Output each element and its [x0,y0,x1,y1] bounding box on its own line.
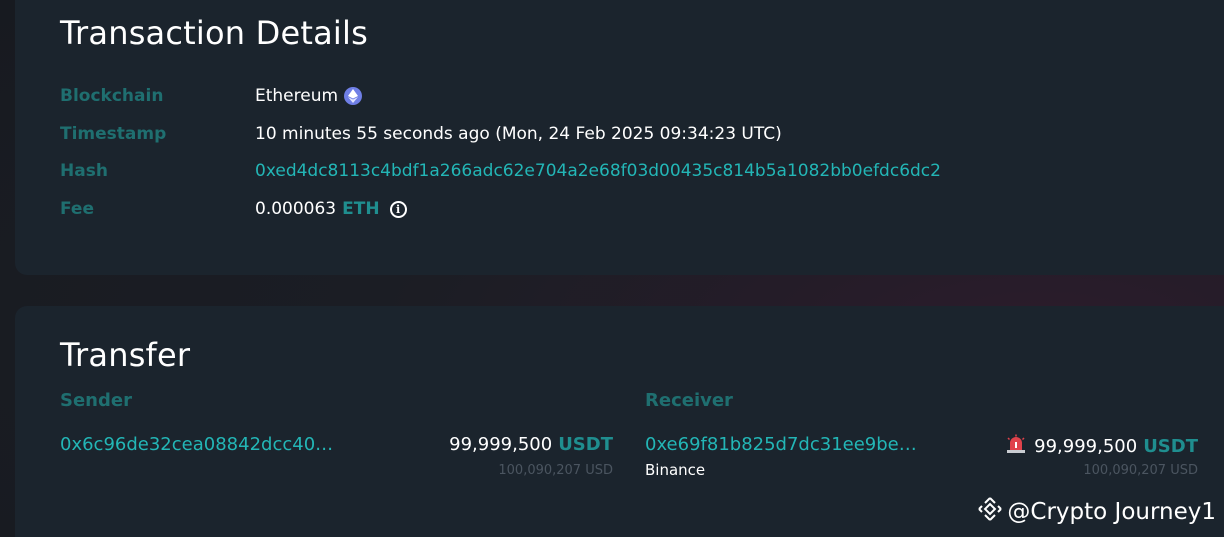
receiver-heading: Receiver [645,390,733,411]
receiver-amount: 99,999,500 USDT [1006,434,1198,459]
fee-label: Fee [60,199,94,219]
hash-link[interactable]: 0xed4dc8113c4bdf1a266adc62e704a2e68f03d0… [255,161,941,181]
hash-label: Hash [60,161,108,181]
timestamp-value: 10 minutes 55 seconds ago (Mon, 24 Feb 2… [255,124,782,144]
timestamp-label: Timestamp [60,124,167,144]
info-icon[interactable]: i [389,200,407,218]
sender-amount-value: 99,999,500 [449,434,553,455]
sender-usd-value: 100,090,207 USD [498,463,613,478]
receiver-entity-name: Binance [645,461,706,479]
watermark-text: @Crypto Journey1 [1007,499,1216,525]
receiver-amount-value: 99,999,500 [1034,436,1138,457]
sender-amount: 99,999,500 USDT [449,434,613,455]
receiver-usd-value: 100,090,207 USD [1083,463,1198,478]
fee-amount: 0.000063 [255,199,337,219]
sender-amount-currency: USDT [558,434,613,455]
watermark: @Crypto Journey1 [977,496,1216,528]
receiver-address-link[interactable]: 0xe69f81b825d7dc31ee9be… [645,434,917,455]
receiver-amount-currency: USDT [1143,436,1198,457]
binance-logo-icon [977,496,1003,528]
hash-row: Hash 0xed4dc8113c4bdf1a266adc62e704a2e68… [60,159,941,183]
fee-currency: ETH [342,199,380,219]
blockchain-value-wrap: Ethereum [255,86,363,106]
fee-value-wrap: 0.000063 ETH i [255,199,407,219]
sender-heading: Sender [60,390,132,411]
fee-row: Fee 0.000063 ETH i [60,197,407,221]
details-title: Transaction Details [60,14,368,52]
blockchain-value: Ethereum [255,86,339,106]
transaction-details-card: Transaction Details Blockchain Ethereum … [15,0,1224,275]
blockchain-label: Blockchain [60,86,164,106]
ethereum-icon [344,87,363,105]
alert-siren-icon [1006,434,1026,459]
blockchain-row: Blockchain Ethereum [60,84,363,108]
sender-address-link[interactable]: 0x6c96de32cea08842dcc40… [60,434,333,455]
transfer-title: Transfer [60,336,191,374]
timestamp-row: Timestamp 10 minutes 55 seconds ago (Mon… [60,122,782,146]
